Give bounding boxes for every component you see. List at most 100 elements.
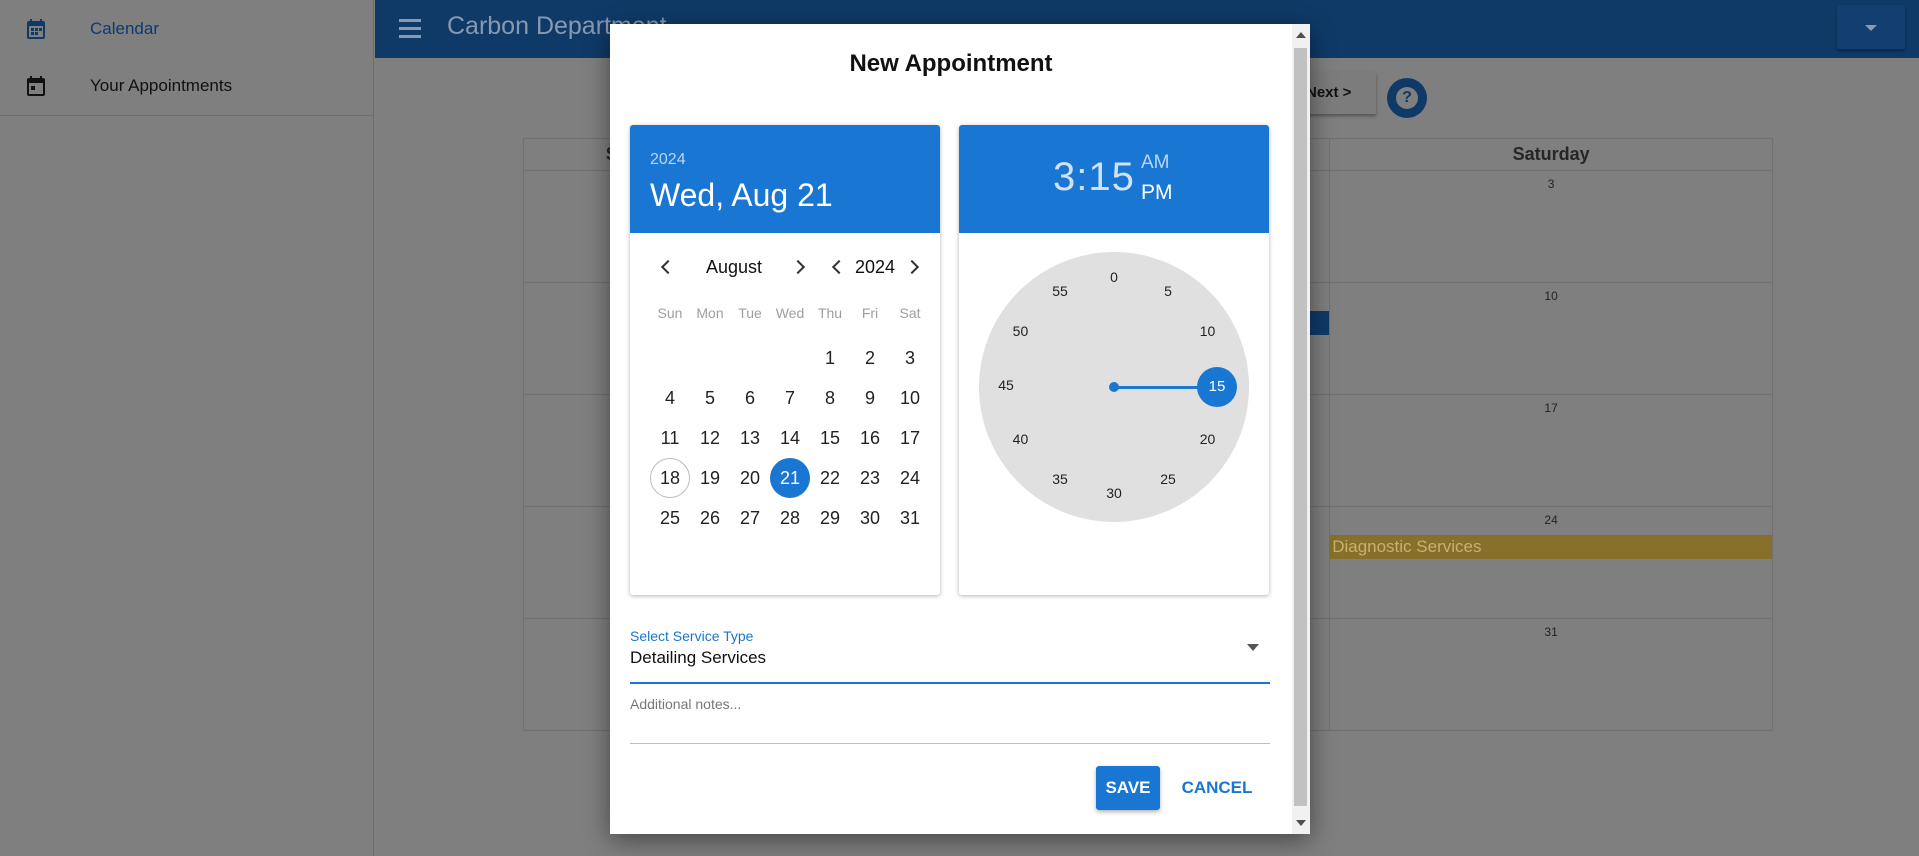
day-button[interactable]: 14 — [770, 418, 810, 458]
am-toggle[interactable]: AM — [1141, 152, 1170, 174]
minute-label[interactable]: 0 — [1099, 269, 1129, 289]
minute-label[interactable]: 25 — [1153, 471, 1183, 491]
day-button[interactable]: 22 — [810, 458, 850, 498]
calendar-day-cell[interactable]: 31 — [1329, 618, 1773, 731]
weekday-column-header: Saturday — [1329, 138, 1773, 171]
day-button[interactable]: 26 — [690, 498, 730, 538]
day-button[interactable]: 24 — [890, 458, 930, 498]
day-button[interactable]: 1 — [810, 338, 850, 378]
day-button[interactable]: 19 — [690, 458, 730, 498]
minute-label[interactable]: 5 — [1153, 283, 1183, 303]
dropdown-arrow-icon[interactable] — [1247, 644, 1259, 651]
next-year-icon[interactable] — [904, 259, 920, 275]
cancel-button[interactable]: CANCEL — [1172, 766, 1262, 810]
day-button[interactable]: 4 — [650, 378, 690, 418]
day-button[interactable]: 5 — [690, 378, 730, 418]
weekday-label: Thu — [817, 305, 843, 321]
next-button[interactable]: Next > — [1300, 72, 1376, 114]
account-dropdown[interactable] — [1837, 5, 1905, 49]
day-button[interactable]: 28 — [770, 498, 810, 538]
sidebar-item-calendar[interactable]: Calendar — [0, 0, 374, 58]
minute-label[interactable]: 45 — [991, 377, 1021, 397]
day-blank — [770, 338, 810, 378]
scroll-thumb[interactable] — [1294, 48, 1307, 806]
calendar-day-cell[interactable]: 10 — [1329, 282, 1773, 395]
day-selected[interactable]: 21 — [770, 458, 810, 498]
day-button[interactable]: 27 — [730, 498, 770, 538]
month-label[interactable]: August — [706, 257, 762, 278]
scroll-up-arrow[interactable] — [1296, 32, 1306, 38]
weekday-label: Sun — [657, 305, 683, 321]
sidebar-item-label: Calendar — [90, 19, 159, 38]
day-button[interactable]: 16 — [850, 418, 890, 458]
day-button[interactable]: 17 — [890, 418, 930, 458]
date-picker-year[interactable]: 2024 — [650, 151, 686, 169]
help-icon: ? — [1396, 87, 1418, 109]
select-underline — [630, 682, 1270, 684]
day-button[interactable]: 9 — [850, 378, 890, 418]
clock-center — [1109, 382, 1119, 392]
day-button[interactable]: 25 — [650, 498, 690, 538]
next-month-icon[interactable] — [790, 259, 806, 275]
calendar-day-cell[interactable]: 17 — [1329, 394, 1773, 507]
new-appointment-dialog: New Appointment 2024 Wed, Aug 21 August … — [610, 24, 1310, 834]
calendar-day-cell[interactable]: 3 — [1329, 170, 1773, 283]
time-picker-header: 3:15 AM PM — [959, 125, 1269, 233]
day-button[interactable]: 3 — [890, 338, 930, 378]
day-button[interactable]: 29 — [810, 498, 850, 538]
day-button[interactable]: 8 — [810, 378, 850, 418]
clock-face[interactable]: 15 0 5 10 20 25 30 35 40 45 50 55 — [979, 252, 1249, 522]
weekday-header: Sun Mon Tue Wed Thu Fri Sat — [650, 305, 930, 321]
pm-toggle[interactable]: PM — [1141, 181, 1173, 205]
day-button[interactable]: 20 — [730, 458, 770, 498]
calendar-event[interactable]: Diagnostic Services — [1330, 535, 1772, 559]
day-button[interactable]: 12 — [690, 418, 730, 458]
day-blank — [730, 338, 770, 378]
date-picker-selected-date[interactable]: Wed, Aug 21 — [650, 177, 833, 214]
calendar-day-cell[interactable]: 24 Diagnostic Services — [1329, 506, 1773, 619]
day-button[interactable]: 30 — [850, 498, 890, 538]
service-type-select[interactable]: Detailing Services — [630, 648, 766, 668]
prev-month-icon[interactable] — [660, 259, 676, 275]
day-button[interactable]: 13 — [730, 418, 770, 458]
save-button[interactable]: SAVE — [1096, 766, 1160, 810]
calendar-icon — [27, 19, 45, 39]
scroll-down-arrow[interactable] — [1296, 820, 1306, 826]
day-button[interactable]: 18 — [650, 458, 690, 498]
day-blank — [650, 338, 690, 378]
minute-label[interactable]: 50 — [1005, 323, 1035, 343]
minute-label[interactable]: 30 — [1099, 485, 1129, 505]
time-display[interactable]: 3:15 — [1053, 155, 1135, 200]
year-label[interactable]: 2024 — [855, 257, 895, 278]
weekday-label: Sat — [899, 305, 921, 321]
dialog-title: New Appointment — [849, 50, 1053, 77]
date-picker: 2024 Wed, Aug 21 August 2024 Sun Mon Tue We… — [630, 125, 940, 595]
day-button[interactable]: 6 — [730, 378, 770, 418]
day-button[interactable]: 15 — [810, 418, 850, 458]
weekday-label: Fri — [861, 305, 879, 321]
minute-label[interactable]: 40 — [1005, 431, 1035, 451]
help-button[interactable]: ? — [1387, 78, 1427, 118]
sidebar-item-label: Your Appointments — [90, 75, 233, 95]
time-picker: 3:15 AM PM 15 0 5 10 20 25 30 35 40 45 50 55 — [959, 125, 1269, 595]
minute-label[interactable]: 55 — [1045, 283, 1075, 303]
calendar-day-number: 24 — [1544, 513, 1558, 527]
sidebar-item-your-appointments[interactable]: Your Appointments — [0, 56, 374, 116]
notes-input[interactable] — [630, 694, 1270, 744]
weekday-label: Wed — [775, 305, 805, 321]
day-button[interactable]: 11 — [650, 418, 690, 458]
day-button[interactable]: 31 — [890, 498, 930, 538]
prev-year-icon[interactable] — [831, 259, 847, 275]
day-button[interactable]: 7 — [770, 378, 810, 418]
day-button[interactable]: 10 — [890, 378, 930, 418]
minute-label[interactable]: 35 — [1045, 471, 1075, 491]
menu-icon[interactable] — [399, 16, 423, 40]
day-button[interactable]: 23 — [850, 458, 890, 498]
minute-label[interactable]: 10 — [1193, 323, 1223, 343]
calendar-day-number: 3 — [1547, 177, 1555, 191]
minute-label[interactable]: 20 — [1193, 431, 1223, 451]
weekday-label: Mon — [696, 305, 724, 321]
day-button[interactable]: 2 — [850, 338, 890, 378]
selected-minute[interactable]: 15 — [1197, 367, 1237, 407]
dialog-scrollbar[interactable] — [1292, 24, 1310, 834]
